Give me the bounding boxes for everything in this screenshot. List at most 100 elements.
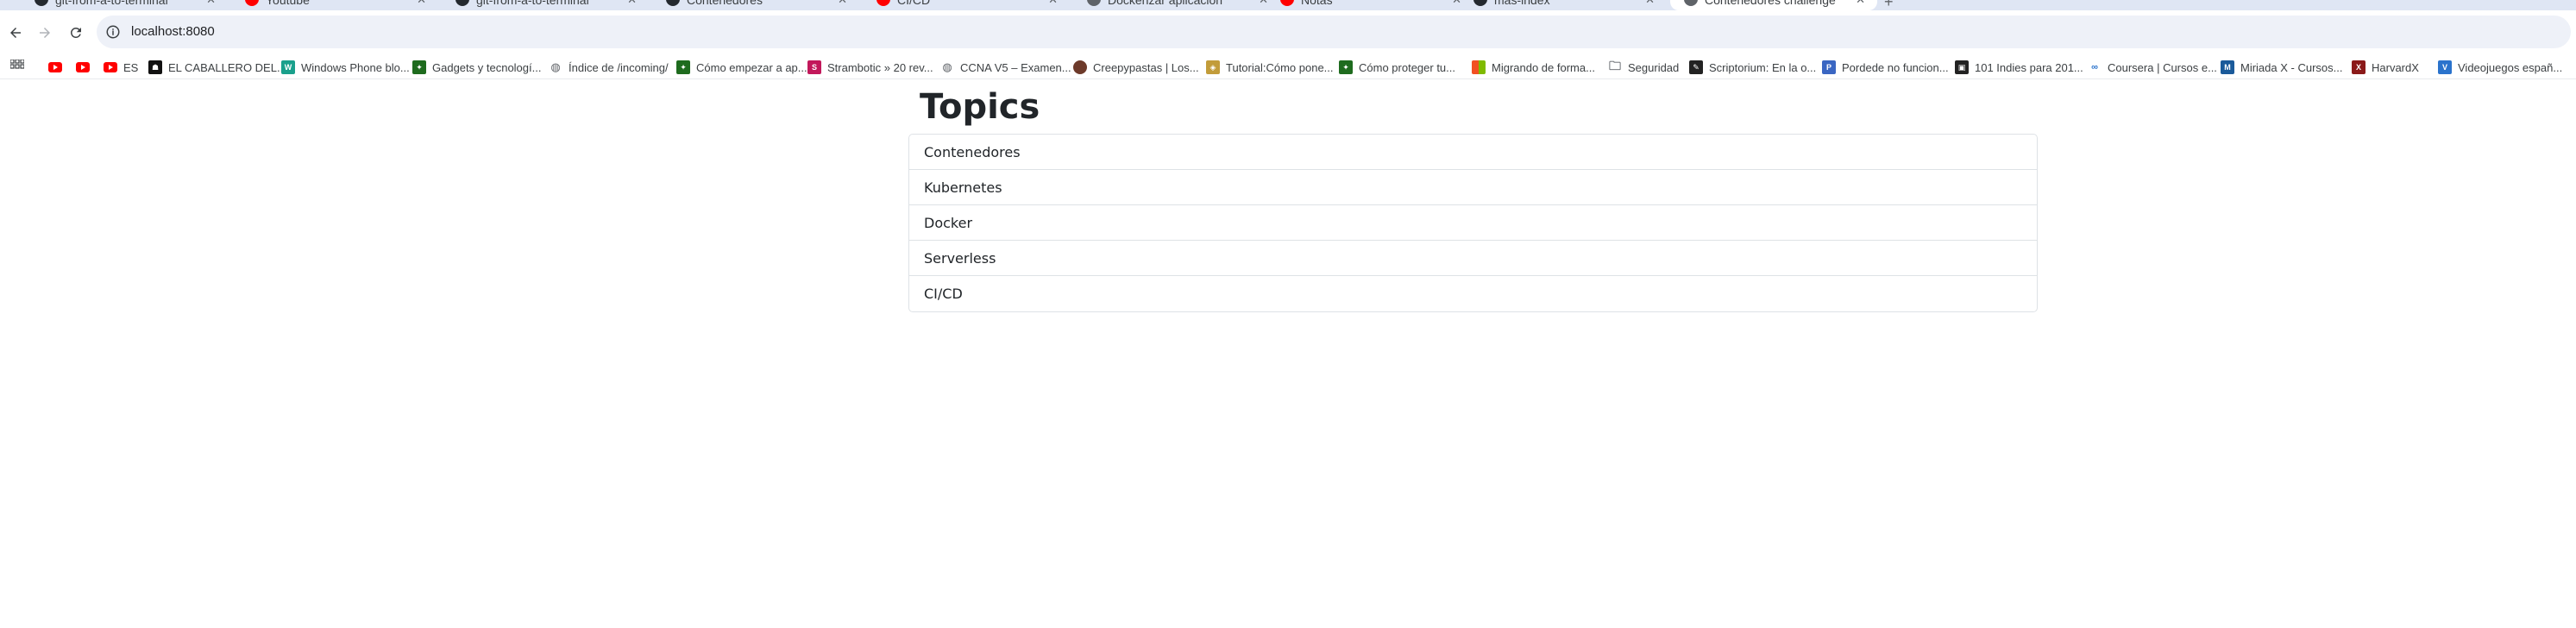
topic-item-cicd[interactable]: CI/CD: [909, 276, 2037, 311]
browser-tab[interactable]: git-from-a-to-terminal ✕: [442, 0, 649, 10]
github-icon: [666, 0, 680, 6]
proteger-icon: ✦: [1339, 60, 1353, 74]
bookmark-item[interactable]: ✎ Scriptorium: En la o...: [1689, 59, 1816, 76]
browser-tab[interactable]: Dockerizar aplicacion ✕: [1073, 0, 1280, 10]
gadgets-icon: ✦: [412, 60, 426, 74]
forward-button[interactable]: [31, 19, 59, 47]
bookmark-item[interactable]: P Pordede no funcion...: [1822, 59, 1949, 76]
url-text[interactable]: localhost:8080: [131, 24, 215, 39]
browser-tab[interactable]: git-from-a-to-terminal ✕: [21, 0, 228, 10]
bookmark-item[interactable]: X HarvardX: [2352, 59, 2419, 76]
topic-item-contenedores[interactable]: Contenedores: [909, 135, 2037, 170]
bookmark-item[interactable]: ✦ Cómo proteger tu...: [1339, 59, 1455, 76]
youtube-icon: [1280, 0, 1294, 6]
forward-arrow-icon: [40, 28, 50, 38]
browser-toolbar: localhost:8080: [0, 10, 2576, 55]
bookmark-item[interactable]: M Miriada X - Cursos...: [2221, 59, 2342, 76]
folder-icon: 🗀: [1609, 59, 1621, 72]
tab-title: git-from-a-to-terminal: [55, 0, 168, 7]
videojuegos-icon: V: [2438, 60, 2452, 74]
tutorial2-icon: ◈: [1206, 60, 1220, 74]
topic-item-serverless[interactable]: Serverless: [909, 241, 2037, 276]
bookmark-item[interactable]: ◍ Índice de /incoming/: [549, 59, 668, 76]
indies-icon: ▣: [1955, 60, 1969, 74]
bookmark-item[interactable]: ▣ 101 Indies para 201...: [1955, 59, 2083, 76]
bookmark-item[interactable]: ◈ Tutorial:Cómo pone...: [1206, 59, 1334, 76]
page-title: Topics: [920, 87, 1040, 127]
tab-title: Notas: [1301, 0, 1333, 7]
tab-title: Youtube: [266, 0, 310, 7]
tab-strip: git-from-a-to-terminal ✕ Youtube ✕ git-f…: [0, 0, 2576, 10]
strambotic-icon: S: [807, 60, 821, 74]
browser-tab[interactable]: Contenedores ✕: [652, 0, 859, 10]
youtube-icon: [876, 0, 890, 6]
close-icon[interactable]: ✕: [1048, 0, 1058, 7]
close-icon[interactable]: ✕: [627, 0, 637, 7]
globe-icon: ◍: [550, 60, 561, 73]
caballero-icon: ☗: [148, 60, 162, 74]
bookmark-item[interactable]: Migrando de forma...: [1472, 59, 1595, 76]
bookmark-item[interactable]: ◍ CCNA V5 – Examen...: [940, 59, 1071, 76]
close-icon[interactable]: ✕: [417, 0, 426, 7]
miriada-icon: M: [2221, 60, 2234, 74]
tab-title: Contenedores challenge: [1705, 0, 1836, 7]
browser-tab[interactable]: mas-index ✕: [1460, 0, 1667, 10]
bookmark-item[interactable]: ∞ Coursera | Cursos e...: [2088, 59, 2217, 76]
pordede-icon: P: [1822, 60, 1836, 74]
bookmark-item[interactable]: ES: [104, 59, 138, 76]
bookmark-item[interactable]: S Strambotic » 20 rev...: [807, 59, 933, 76]
tab-title: CI/CD: [897, 0, 931, 7]
address-bar[interactable]: localhost:8080: [97, 16, 2571, 48]
tab-title: mas-index: [1494, 0, 1550, 7]
youtube-icon: [245, 0, 259, 6]
reload-button[interactable]: [62, 19, 90, 47]
bookmark-item[interactable]: Creepypastas | Los...: [1073, 59, 1199, 76]
bookmark-item[interactable]: ☗ EL CABALLERO DEL...: [148, 59, 286, 76]
site-info-icon[interactable]: [105, 24, 121, 40]
bookmark-item[interactable]: V Videojuegos españ...: [2438, 59, 2562, 76]
bookmark-item[interactable]: ✦ Gadgets y tecnologí...: [412, 59, 541, 76]
youtube-icon: [104, 60, 117, 74]
topic-item-kubernetes[interactable]: Kubernetes: [909, 170, 2037, 205]
apps-grid-icon[interactable]: [10, 60, 24, 73]
bookmark-item[interactable]: W Windows Phone blo...: [281, 59, 410, 76]
close-icon[interactable]: ✕: [1645, 0, 1655, 7]
globe-icon: [1087, 0, 1101, 6]
browser-tab[interactable]: CI/CD ✕: [863, 0, 1070, 10]
wpb-icon: W: [281, 60, 295, 74]
back-button[interactable]: [2, 19, 29, 47]
bookmark-item[interactable]: ✦ Cómo empezar a ap...: [676, 59, 807, 76]
github-icon: [1473, 0, 1487, 6]
new-tab-icon[interactable]: +: [1884, 0, 1894, 10]
bookmarks-bar: ES ☗ EL CABALLERO DEL... W Windows Phone b…: [0, 55, 2576, 79]
youtube-icon: [76, 60, 90, 74]
github-icon: [35, 0, 48, 6]
bookmark-item[interactable]: [48, 59, 68, 76]
globe-icon: [1684, 0, 1698, 6]
tab-title: Dockerizar aplicacion: [1108, 0, 1223, 7]
bookmark-folder[interactable]: 🗀 Seguridad: [1608, 59, 1679, 76]
youtube-icon: [48, 60, 62, 74]
back-arrow-icon: [10, 28, 21, 38]
microsoft-icon: [1472, 60, 1486, 74]
globe-icon: ◍: [942, 60, 952, 73]
topic-item-docker[interactable]: Docker: [909, 205, 2037, 241]
coursera-icon: ∞: [2091, 62, 2098, 72]
creepy-icon: [1073, 60, 1087, 74]
topics-list: Contenedores Kubernetes Docker Serverles…: [908, 134, 2038, 312]
browser-tab[interactable]: Youtube ✕: [231, 0, 438, 10]
tab-title: Contenedores: [687, 0, 763, 7]
reload-icon: [70, 27, 81, 38]
scriptorium-icon: ✎: [1689, 60, 1703, 74]
tab-title: git-from-a-to-terminal: [476, 0, 589, 7]
tutorial-icon: ✦: [676, 60, 690, 74]
close-icon[interactable]: ✕: [1856, 0, 1865, 7]
harvardx-icon: X: [2352, 60, 2366, 74]
browser-tab-active[interactable]: Contenedores challenge ✕: [1670, 0, 1877, 10]
github-icon: [456, 0, 469, 6]
close-icon[interactable]: ✕: [206, 0, 216, 7]
browser-tab[interactable]: Notas ✕: [1266, 0, 1473, 10]
close-icon[interactable]: ✕: [838, 0, 847, 7]
bookmark-item[interactable]: [76, 59, 96, 76]
page-content: Topics Contenedores Kubernetes Docker Se…: [0, 80, 2576, 628]
